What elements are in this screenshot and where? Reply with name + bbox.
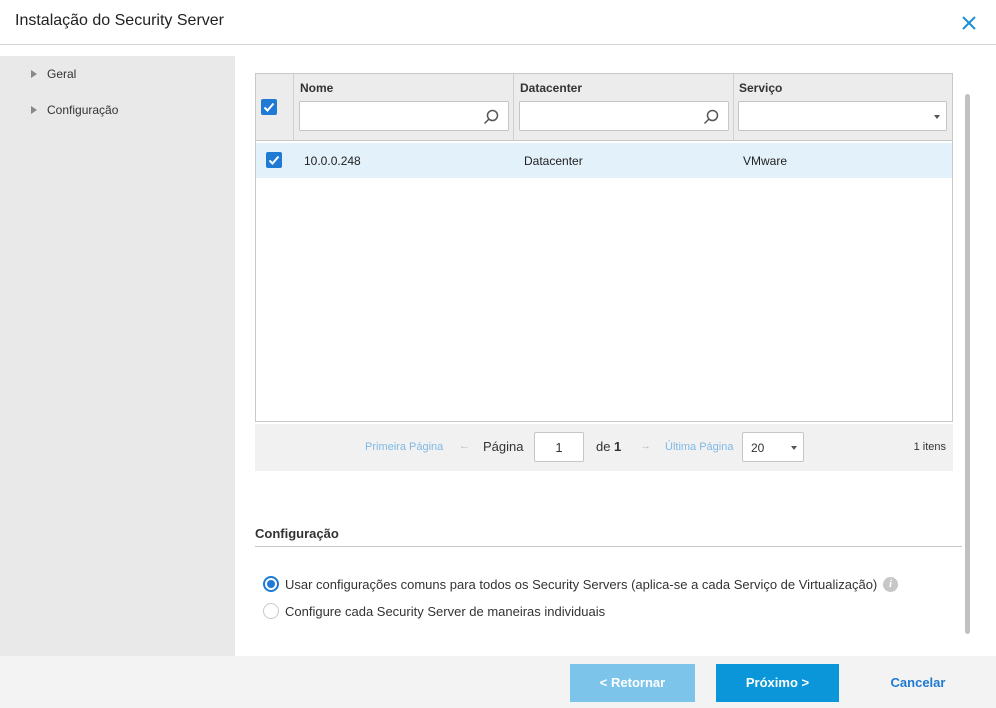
sidebar-item-geral[interactable]: Geral [31, 64, 76, 84]
cancel-button[interactable]: Cancelar [866, 664, 970, 702]
column-header-servico[interactable]: Serviço [739, 81, 782, 95]
service-filter-select[interactable] [738, 101, 947, 131]
column-separator [513, 74, 514, 141]
cell-name: 10.0.0.248 [304, 154, 361, 168]
search-icon [703, 109, 719, 125]
close-icon[interactable] [960, 14, 978, 32]
column-header-nome[interactable]: Nome [300, 81, 333, 95]
cell-datacenter: Datacenter [524, 154, 583, 168]
expand-triangle-icon [31, 106, 37, 114]
expand-triangle-icon [31, 70, 37, 78]
dialog-title: Instalação do Security Server [15, 12, 224, 29]
chevron-down-icon [791, 446, 797, 450]
items-count: 1 itens [913, 441, 946, 453]
individual-config-label[interactable]: Configure cada Security Server de maneir… [285, 604, 605, 619]
check-icon [263, 102, 275, 112]
first-page-link[interactable]: Primeira Página [365, 441, 443, 453]
cell-service: VMware [743, 154, 788, 168]
check-icon [268, 155, 280, 165]
datacenter-filter-input[interactable] [519, 101, 729, 131]
next-page-arrow[interactable]: → [640, 440, 651, 452]
column-separator [733, 74, 734, 141]
name-filter-field[interactable] [300, 102, 508, 130]
table-row[interactable]: 10.0.0.248 Datacenter VMware [256, 143, 952, 178]
section-divider [255, 546, 962, 547]
common-config-radio[interactable] [263, 576, 279, 592]
scrollbar[interactable] [965, 94, 970, 634]
page-size-select[interactable]: 20 [742, 432, 804, 462]
sidebar-item-label: Configuração [47, 103, 119, 117]
common-config-label[interactable]: Usar configurações comuns para todos os … [285, 577, 877, 592]
last-page-link[interactable]: Última Página [665, 441, 733, 453]
select-all-checkbox[interactable] [261, 99, 277, 115]
name-filter-input[interactable] [299, 101, 509, 131]
prev-page-arrow[interactable]: ← [459, 440, 470, 452]
total-pages: 1 [614, 439, 622, 454]
datacenter-filter-field[interactable] [520, 102, 728, 130]
page-of-label: de [596, 439, 611, 454]
column-separator [293, 74, 294, 141]
info-icon[interactable]: i [883, 577, 898, 592]
pagination-bar: Primeira Página ← Página 1 de 1 → Última… [255, 424, 953, 471]
next-button[interactable]: Próximo > [716, 664, 839, 702]
sidebar-item-label: Geral [47, 67, 77, 81]
sidebar-item-configuracao[interactable]: Configuração [31, 100, 118, 120]
back-button[interactable]: < Retornar [570, 664, 695, 702]
page-label: Página [483, 439, 524, 454]
wizard-sidebar: Geral Configuração [0, 56, 235, 656]
chevron-down-icon [934, 115, 940, 119]
page-size-value: 20 [751, 441, 765, 455]
config-section-title: Configuração [255, 526, 339, 541]
search-icon [483, 109, 499, 125]
individual-config-radio[interactable] [263, 603, 279, 619]
row-checkbox[interactable] [266, 152, 282, 168]
page-number-input[interactable]: 1 [534, 432, 584, 462]
dialog-footer [0, 656, 996, 708]
servers-grid: Nome Datacenter Serviço 10.0.0.248 Datac… [255, 73, 953, 422]
column-header-datacenter[interactable]: Datacenter [520, 81, 582, 95]
dialog-header: Instalação do Security Server [0, 0, 996, 45]
grid-header: Nome Datacenter Serviço [256, 74, 952, 141]
